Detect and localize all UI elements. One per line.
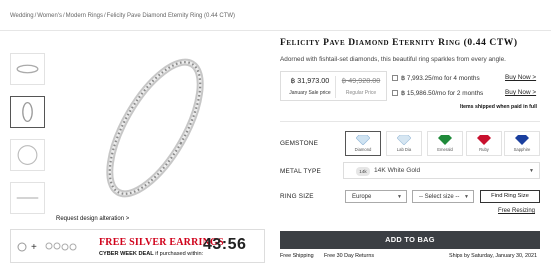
sale-price: ฿ 31,973.00 (290, 76, 330, 85)
ship-note: Items shipped when paid in full (460, 104, 537, 110)
add-to-bag-button[interactable]: ADD TO BAG (280, 231, 540, 249)
metal-type-value: 14K White Gold (374, 167, 421, 174)
buy-now-2-months-link[interactable]: Buy Now > (505, 89, 536, 96)
ring-image-icon (106, 58, 204, 198)
thumbnail-1[interactable] (10, 53, 45, 85)
gemstone-ruby-label: Ruby (479, 147, 489, 152)
thumbnail-3[interactable] (10, 139, 45, 171)
diamond-gem-icon (356, 135, 370, 145)
promo-banner[interactable]: + FREE SILVER EARRINGS CYBER WEEK DEAL i… (10, 229, 265, 263)
gemstone-emerald[interactable]: Emerald (427, 131, 463, 156)
installment-4-months[interactable]: ฿ 7,993.25/mo for 4 months (392, 74, 480, 82)
promo-subtitle-rest: if purchased within: (155, 251, 204, 257)
divider (280, 121, 540, 122)
breadcrumb: Wedding/Women's/Modern Rings/Felicity Pa… (10, 13, 236, 19)
ruby-gem-icon (477, 135, 491, 145)
installment-2-months-text: ฿ 15,986.50/mo for 2 months (401, 90, 484, 97)
gemstone-emerald-label: Emerald (437, 147, 453, 152)
installment-2-months[interactable]: ฿ 15,986.50/mo for 2 months (392, 89, 483, 97)
emerald-gem-icon (438, 135, 452, 145)
region-value: Europe (352, 194, 372, 200)
product-image (60, 42, 260, 212)
sale-price-label: January Sale price (289, 90, 331, 96)
gemstone-lab-dia-label: Lab Dia (396, 147, 412, 152)
gemstone-ruby[interactable]: Ruby (466, 131, 502, 156)
find-ring-size-button[interactable]: Find Ring Size (480, 190, 540, 203)
ring-size-placeholder: -- Select size -- (419, 194, 460, 200)
lab-diamond-gem-icon (397, 135, 411, 145)
gemstone-lab-dia[interactable]: Lab Dia (386, 131, 422, 156)
ring-size-select[interactable]: -- Select size -- ▼ (412, 190, 474, 203)
chevron-down-icon: ▼ (464, 194, 469, 200)
gemstone-diamond-label: Diamond (354, 147, 372, 152)
svg-text:+: + (31, 242, 37, 253)
promo-subtitle-bold: CYBER WEEK DEAL (99, 251, 154, 257)
regular-price: ฿ 49,928.00 (341, 76, 381, 85)
gemstone-label: GEMSTONE (280, 140, 319, 147)
metal-type-select[interactable]: 14k 14K White Gold ▼ (343, 162, 540, 179)
ring-thumbnail-icon (16, 64, 39, 74)
promo-subtitle: CYBER WEEK DEAL if purchased within: (99, 251, 203, 257)
breadcrumb-current: Felicity Pave Diamond Eternity Ring (0.4… (106, 13, 236, 19)
breadcrumb-womens[interactable]: Women's (37, 13, 62, 19)
buy-now-4-months-link[interactable]: Buy Now > (505, 74, 536, 81)
breadcrumb-modern-rings[interactable]: Modern Rings (66, 13, 103, 19)
earrings-plus-icon: + (17, 242, 77, 253)
product-description: Adorned with fishtail-set diamonds, this… (280, 56, 506, 63)
gemstone-sapphire[interactable]: Sapphire (504, 131, 540, 156)
ring-thumbnail-icon (17, 145, 38, 165)
chevron-down-icon: ▼ (397, 194, 402, 200)
breadcrumb-wedding[interactable]: Wedding (10, 13, 34, 19)
regular-price-label: Regular Price (345, 90, 377, 96)
sapphire-gem-icon (515, 135, 529, 145)
region-select[interactable]: Europe ▼ (345, 190, 407, 203)
ring-thumbnail-icon (16, 197, 39, 199)
free-resizing-link[interactable]: Free Resizing (498, 208, 535, 214)
regular-price-block: ฿ 49,928.00 Regular Price (338, 76, 384, 96)
thumbnail-2[interactable] (10, 96, 45, 128)
metal-type-label: METAL TYPE (280, 168, 321, 175)
installment-checkbox-icon[interactable] (392, 90, 398, 96)
metal-karat-badge: 14k (356, 167, 370, 176)
installment-checkbox-icon[interactable] (392, 75, 398, 81)
product-title: Felicity Pave Diamond Eternity Ring (0.4… (280, 38, 518, 48)
promo-timer: 43:56 (203, 236, 247, 253)
gemstone-diamond[interactable]: Diamond (345, 131, 381, 156)
ring-size-label: RING SIZE (280, 193, 314, 200)
chevron-down-icon: ▼ (529, 168, 534, 174)
free-returns-note: Free 30 Day Returns (324, 253, 375, 259)
divider (0, 30, 551, 31)
price-divider (335, 76, 336, 98)
free-shipping-note: Free Shipping (280, 253, 314, 259)
ring-thumbnail-icon (22, 101, 33, 123)
ships-by-note: Ships by Saturday, January 30, 2021 (449, 253, 538, 259)
thumbnail-4[interactable] (10, 182, 45, 214)
installment-4-months-text: ฿ 7,993.25/mo for 4 months (401, 75, 480, 82)
gemstone-sapphire-label: Sapphire (513, 147, 531, 152)
request-design-alteration-link[interactable]: Request design alteration > (56, 216, 129, 222)
sale-price-block: ฿ 31,973.00 January Sale price (286, 76, 334, 96)
price-box: ฿ 31,973.00 January Sale price ฿ 49,928.… (280, 71, 387, 101)
